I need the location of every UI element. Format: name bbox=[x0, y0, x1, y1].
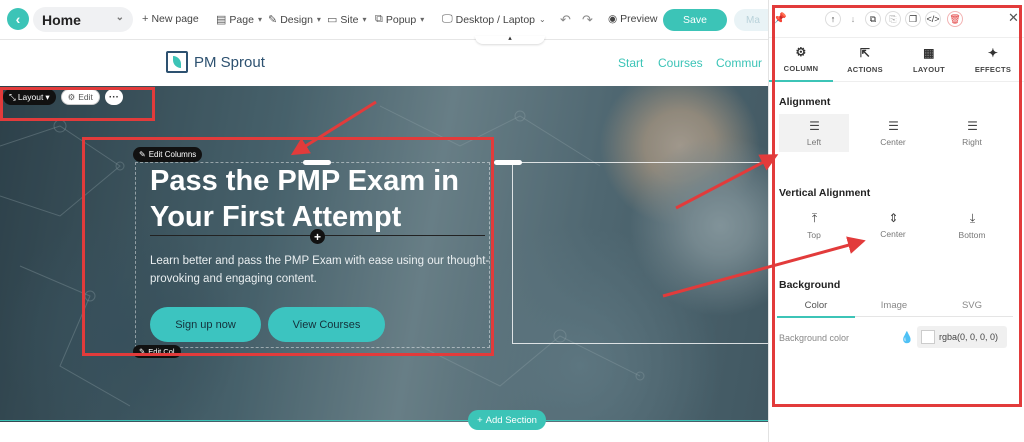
annotation-box-toolbar bbox=[0, 87, 155, 121]
plus-icon: + bbox=[477, 414, 483, 426]
monitor-icon: 🖵 bbox=[442, 13, 453, 25]
device-selector-label: Desktop / Laptop bbox=[455, 13, 535, 26]
site-logo[interactable]: PM Sprout bbox=[166, 51, 265, 73]
site-header: PM Sprout Start Courses Commur bbox=[0, 41, 768, 86]
site-menu[interactable]: ▭ Site ▾ bbox=[327, 13, 367, 27]
chevron-down-icon: ▾ bbox=[362, 15, 367, 24]
annotation-box-column bbox=[82, 137, 494, 356]
device-selector[interactable]: 🖵 Desktop / Laptop ⌄ bbox=[442, 13, 546, 26]
chevron-down-icon: ⌄ bbox=[115, 12, 124, 23]
add-section-button[interactable]: + Add Section bbox=[468, 410, 546, 430]
page-menu-label: Page bbox=[229, 13, 254, 26]
preview-icon: ◉ bbox=[608, 13, 618, 25]
nav-link-courses[interactable]: Courses bbox=[658, 56, 703, 70]
popup-icon: ⧉ bbox=[375, 13, 383, 25]
add-section-label: Add Section bbox=[485, 414, 537, 426]
page-selector-label: Home bbox=[42, 11, 81, 28]
editor-toolbar: ‹ Home ⌄ + New page ▤ Page ▾ ✎ Design ▾ … bbox=[0, 0, 774, 40]
new-page-button[interactable]: + New page bbox=[142, 13, 199, 25]
redo-icon[interactable]: ↷ bbox=[582, 12, 593, 28]
annotation-box-panel bbox=[772, 5, 1022, 407]
page-menu[interactable]: ▤ Page ▾ bbox=[216, 13, 262, 27]
column-resize-handle[interactable] bbox=[494, 160, 522, 165]
brush-icon: ✎ bbox=[268, 14, 278, 26]
logo-text: PM Sprout bbox=[194, 53, 265, 71]
properties-panel: 📌 ↑ ↓ ⧉ ⎘ ❐ </> 🗑 ✕ ⚙ COLUMN ⇱ ACTIONS ▦… bbox=[768, 0, 1024, 442]
hero-section[interactable]: ⤡ Layout ▾ ⚙ Edit ··· ✎ Edit Columns Pas… bbox=[0, 86, 768, 422]
chevron-down-icon: ▾ bbox=[316, 15, 321, 24]
site-menu-label: Site bbox=[340, 13, 359, 26]
save-button[interactable]: Save bbox=[663, 9, 727, 31]
popup-menu[interactable]: ⧉ Popup ▾ bbox=[375, 13, 424, 26]
section-boundary bbox=[0, 420, 768, 421]
chevron-down-icon: ▾ bbox=[257, 15, 262, 24]
design-menu[interactable]: ✎ Design ▾ bbox=[268, 13, 321, 27]
site-icon: ▭ bbox=[327, 14, 338, 26]
chevron-down-icon: ⌄ bbox=[539, 15, 546, 24]
popup-menu-label: Popup bbox=[385, 13, 417, 26]
chevron-left-icon: ‹ bbox=[15, 11, 21, 27]
logo-icon bbox=[166, 51, 188, 73]
section-drag-handle[interactable]: ▴ bbox=[475, 35, 545, 44]
preview-button[interactable]: ◉ Preview bbox=[608, 13, 658, 25]
new-page-label: New page bbox=[151, 13, 199, 25]
plus-icon: + bbox=[142, 13, 149, 25]
back-button[interactable]: ‹ bbox=[7, 8, 29, 30]
page-icon: ▤ bbox=[216, 14, 227, 26]
preview-label: Preview bbox=[620, 13, 658, 25]
nav-link-community[interactable]: Commur bbox=[716, 56, 762, 70]
design-menu-label: Design bbox=[280, 13, 313, 26]
page-selector[interactable]: Home ⌄ bbox=[33, 7, 133, 32]
undo-icon[interactable]: ↶ bbox=[560, 12, 571, 28]
nav-link-start[interactable]: Start bbox=[618, 56, 643, 70]
chevron-down-icon: ▾ bbox=[420, 15, 425, 24]
editor-screen: ‹ Home ⌄ + New page ▤ Page ▾ ✎ Design ▾ … bbox=[0, 0, 1024, 442]
column-outline-right[interactable] bbox=[512, 162, 768, 344]
